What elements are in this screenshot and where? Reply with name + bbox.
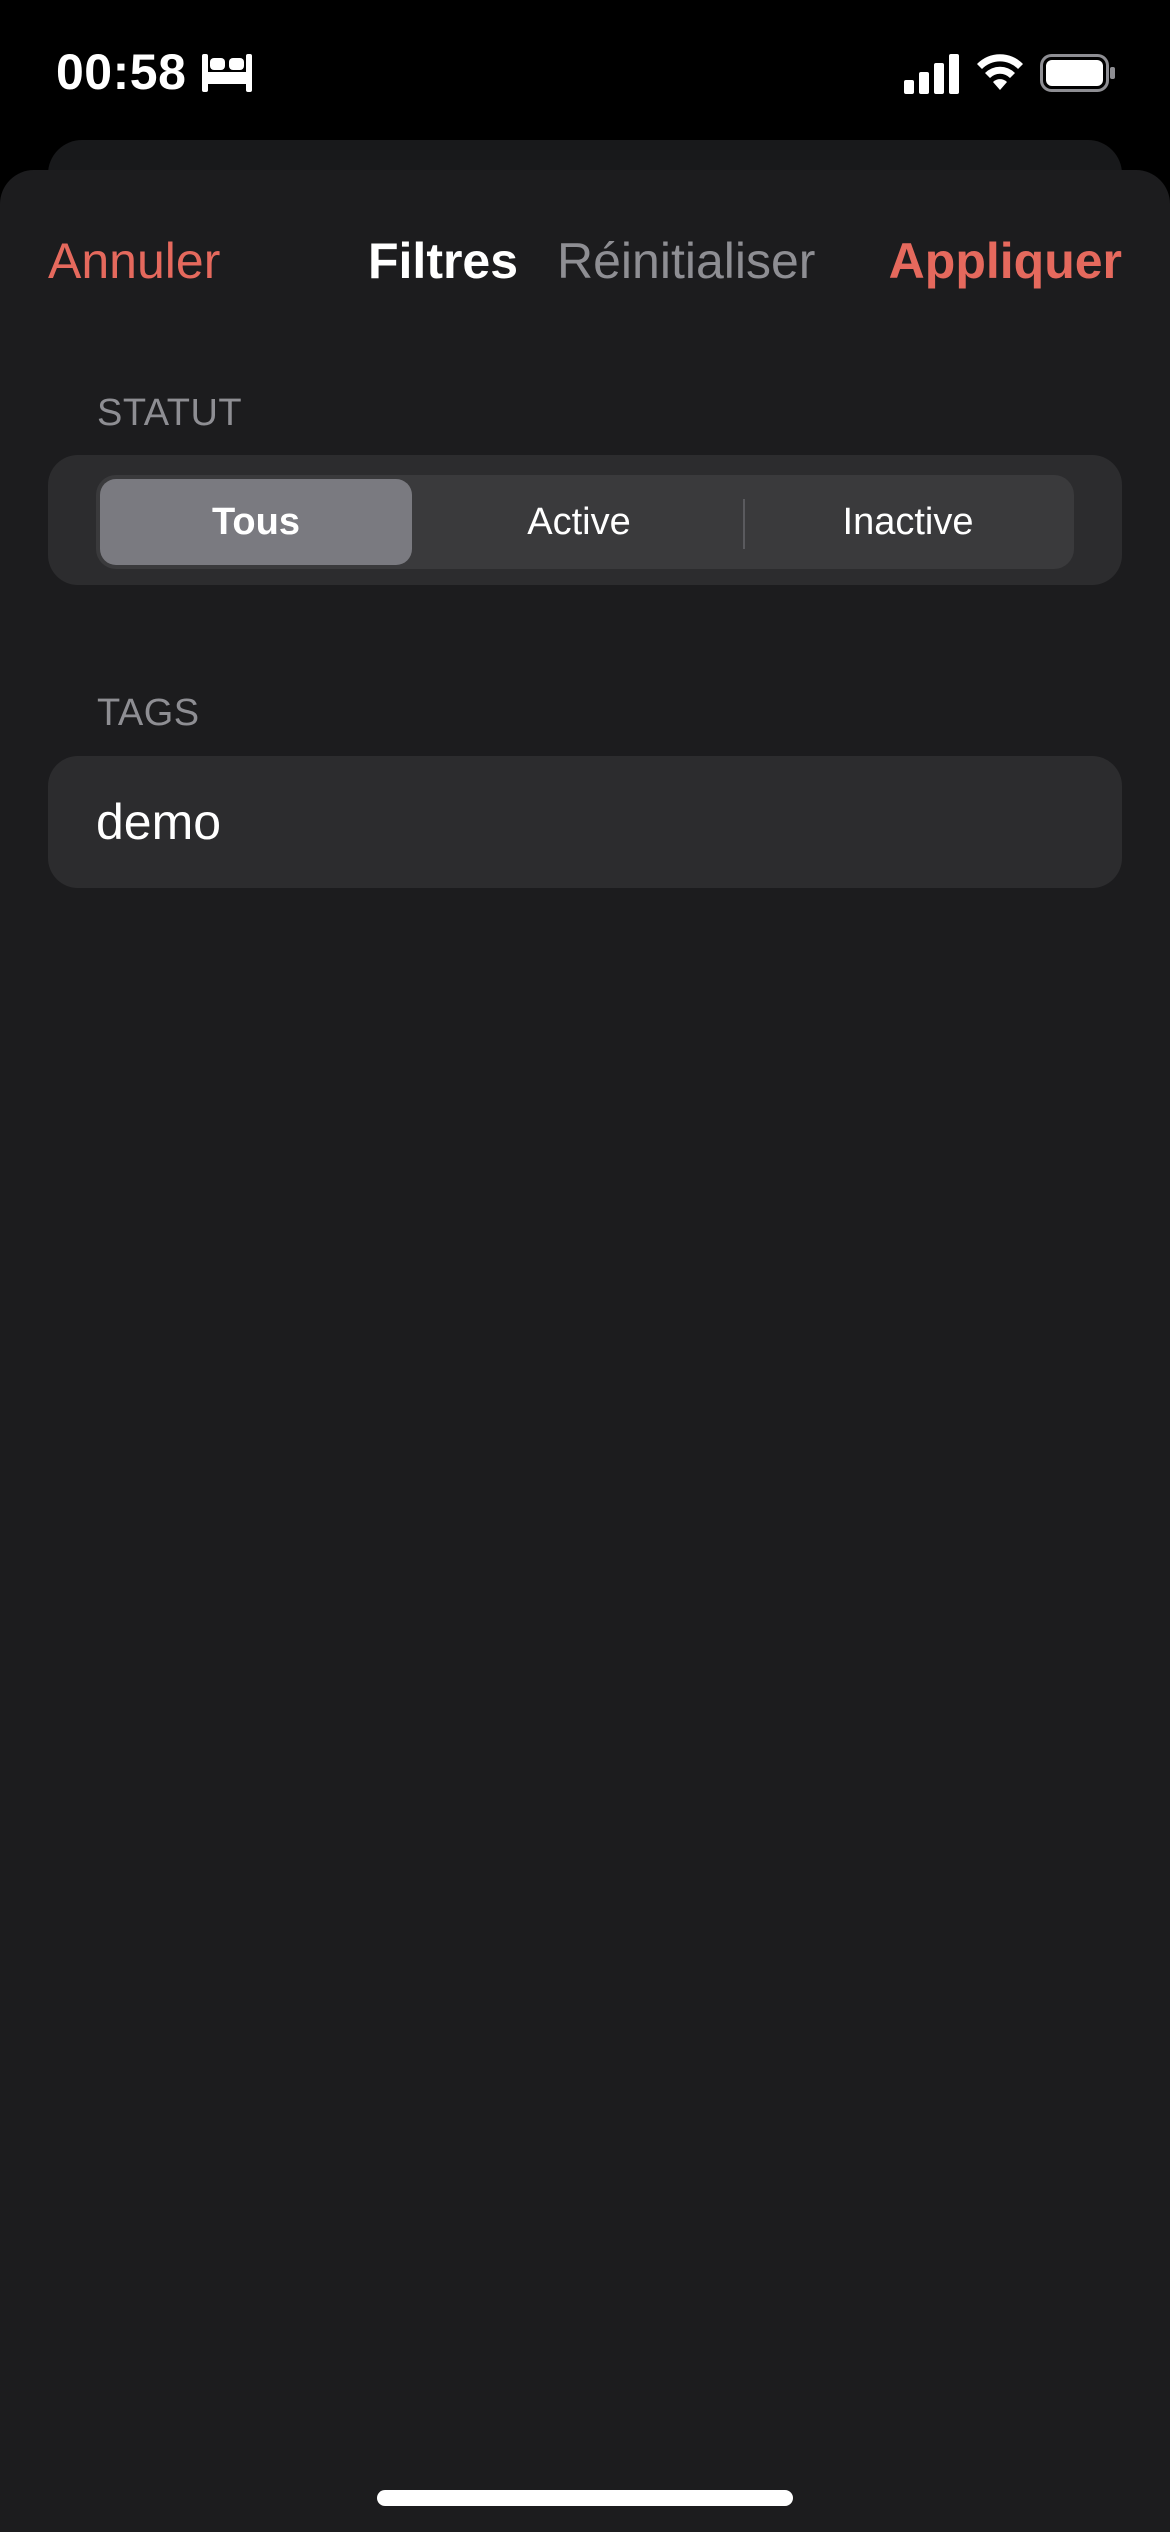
cellular-signal-icon (904, 54, 959, 94)
segment-inactive[interactable]: Inactive (746, 479, 1070, 565)
status-time: 00:58 (56, 44, 187, 100)
apply-button[interactable]: Appliquer (889, 226, 1122, 296)
reset-button[interactable]: Réinitialiser (557, 226, 815, 296)
bed-icon (202, 54, 252, 92)
cancel-button[interactable]: Annuler (48, 226, 220, 296)
battery-icon (1040, 54, 1115, 92)
segment-active[interactable]: Active (416, 479, 742, 565)
filter-sheet: Annuler Filtres Réinitialiser Appliquer … (0, 170, 1170, 2532)
segment-tous[interactable]: Tous (100, 479, 412, 565)
tag-item-demo[interactable]: demo (96, 756, 1096, 888)
statut-section-header: STATUT (97, 392, 243, 434)
statut-card: Tous Active Inactive (48, 455, 1122, 585)
segment-divider (743, 499, 745, 549)
home-indicator[interactable] (377, 2490, 793, 2506)
page-title: Filtres (368, 233, 519, 289)
tags-section-header: TAGS (97, 692, 200, 734)
tags-card: demo (48, 756, 1122, 888)
screen: 00:58 Annuler Filtres Réinitialiser Appl… (0, 0, 1170, 2532)
status-segmented-control: Tous Active Inactive (96, 475, 1074, 569)
status-bar: 00:58 (0, 0, 1170, 140)
wifi-icon (977, 54, 1023, 90)
